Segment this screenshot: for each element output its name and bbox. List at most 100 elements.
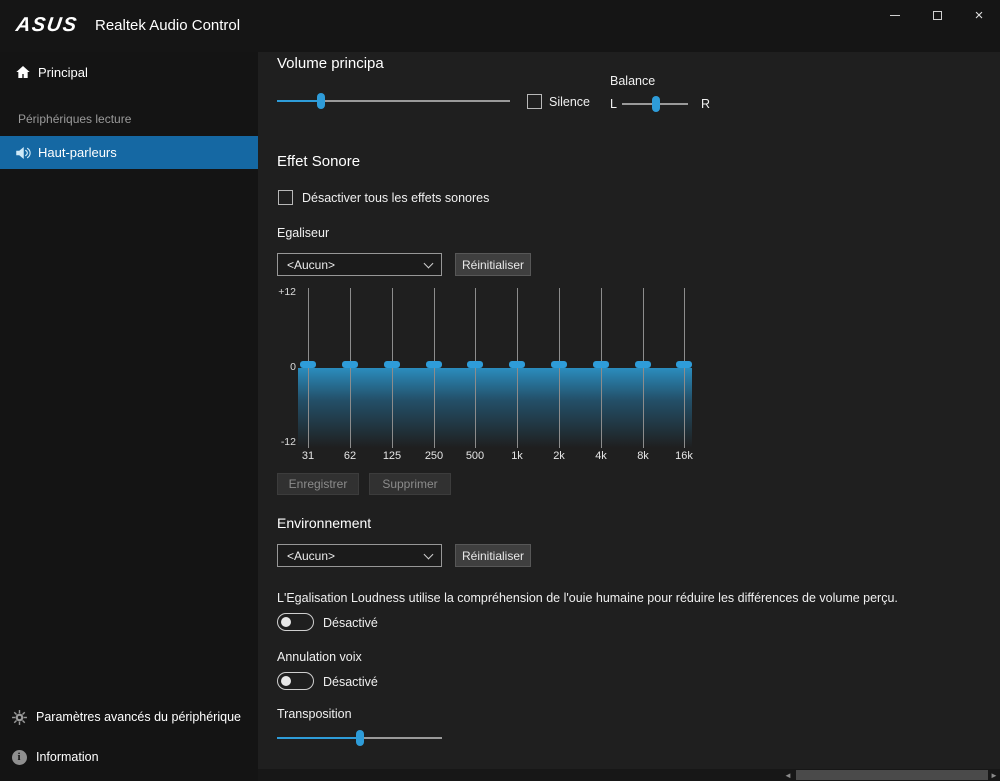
eq-band-handle[interactable] [426, 361, 442, 368]
silence-checkbox[interactable] [527, 94, 542, 109]
balance-right-label: R [701, 97, 710, 111]
chevron-down-icon [424, 258, 434, 268]
eq-band-track [643, 288, 644, 448]
eq-band-handle[interactable] [551, 361, 567, 368]
eq-band-frequency-label: 31 [287, 450, 329, 462]
scrollbar-thumb[interactable] [796, 770, 988, 780]
eq-band-500[interactable]: 500 [454, 288, 496, 464]
horizontal-scrollbar[interactable]: ◄ ► [258, 769, 1000, 781]
disable-all-effects-checkbox[interactable] [278, 190, 293, 205]
sidebar-item-advanced-device-settings[interactable]: Paramètres avancés du périphérique [0, 705, 258, 729]
balance-slider[interactable] [622, 96, 688, 112]
maximize-button[interactable] [916, 0, 958, 30]
window-controls: × [874, 0, 1000, 30]
scroll-left-arrow-icon[interactable]: ◄ [782, 769, 794, 781]
eq-band-1k[interactable]: 1k [496, 288, 538, 464]
loudness-state-label: Désactivé [323, 616, 378, 630]
gear-icon [10, 708, 28, 726]
eq-band-handle[interactable] [593, 361, 609, 368]
volume-section-title: Volume principa [277, 55, 384, 72]
titlebar: ASUS Realtek Audio Control × [0, 0, 1000, 52]
eq-band-frequency-label: 16k [663, 450, 705, 462]
eq-band-track [350, 288, 351, 448]
silence-label: Silence [549, 95, 590, 109]
equalizer-reset-button[interactable]: Réinitialiser [455, 253, 531, 276]
eq-band-handle[interactable] [300, 361, 316, 368]
equalizer-label: Egaliseur [277, 226, 329, 240]
eq-band-2k[interactable]: 2k [538, 288, 580, 464]
sidebar-item-label: Haut-parleurs [38, 145, 117, 160]
info-icon: i [10, 748, 28, 766]
equalizer-preset-dropdown[interactable]: <Aucun> [277, 253, 442, 276]
eq-band-frequency-label: 8k [622, 450, 664, 462]
eq-band-handle[interactable] [384, 361, 400, 368]
volume-slider-thumb[interactable] [317, 93, 325, 109]
eq-band-125[interactable]: 125 [371, 288, 413, 464]
home-icon [14, 63, 32, 81]
eq-save-button[interactable]: Enregistrer [277, 473, 359, 495]
close-icon: × [975, 7, 984, 24]
loudness-description: L'Egalisation Loudness utilise la compré… [277, 591, 957, 605]
eq-band-track [601, 288, 602, 448]
eq-band-handle[interactable] [342, 361, 358, 368]
eq-band-31[interactable]: 31 [287, 288, 329, 464]
main-panel: Volume principa Silence Balance L R Effe… [258, 52, 1000, 781]
balance-left-label: L [610, 97, 617, 111]
eq-band-handle[interactable] [676, 361, 692, 368]
app-window: ASUS Realtek Audio Control × Principal P… [0, 0, 1000, 781]
minimize-icon [890, 15, 900, 16]
eq-band-track [308, 288, 309, 448]
sidebar-section-playback-devices: Périphériques lecture [18, 112, 131, 126]
toggle-knob [281, 676, 291, 686]
transposition-slider[interactable] [277, 730, 442, 746]
sound-effects-title: Effet Sonore [277, 153, 360, 170]
scroll-right-arrow-icon[interactable]: ► [988, 769, 1000, 781]
minimize-button[interactable] [874, 0, 916, 30]
eq-band-handle[interactable] [467, 361, 483, 368]
environment-preset-dropdown[interactable]: <Aucun> [277, 544, 442, 567]
eq-band-frequency-label: 62 [329, 450, 371, 462]
sidebar-item-label: Information [36, 750, 99, 764]
transposition-label: Transposition [277, 707, 352, 721]
environment-label: Environnement [277, 515, 371, 531]
eq-band-handle[interactable] [509, 361, 525, 368]
transposition-slider-thumb[interactable] [356, 730, 364, 746]
sidebar-item-information[interactable]: i Information [0, 745, 258, 769]
loudness-toggle[interactable] [277, 613, 314, 631]
eq-band-frequency-label: 500 [454, 450, 496, 462]
eq-band-frequency-label: 4k [580, 450, 622, 462]
eq-band-track [559, 288, 560, 448]
slider-fill [277, 100, 321, 102]
eq-band-4k[interactable]: 4k [580, 288, 622, 464]
voice-cancellation-toggle[interactable] [277, 672, 314, 690]
environment-reset-button[interactable]: Réinitialiser [455, 544, 531, 567]
eq-band-62[interactable]: 62 [329, 288, 371, 464]
eq-band-frequency-label: 250 [413, 450, 455, 462]
eq-band-frequency-label: 125 [371, 450, 413, 462]
balance-label: Balance [610, 74, 655, 88]
eq-band-track [475, 288, 476, 448]
maximize-icon [933, 11, 942, 20]
chevron-down-icon [424, 549, 434, 559]
voice-cancellation-state-label: Désactivé [323, 675, 378, 689]
eq-band-8k[interactable]: 8k [622, 288, 664, 464]
close-button[interactable]: × [958, 0, 1000, 30]
eq-delete-button[interactable]: Supprimer [369, 473, 451, 495]
sidebar-item-haut-parleurs[interactable]: Haut-parleurs [0, 136, 258, 169]
asus-logo: ASUS [14, 14, 79, 37]
master-volume-slider[interactable] [277, 93, 510, 109]
sidebar-item-label: Principal [38, 65, 88, 80]
eq-band-handle[interactable] [635, 361, 651, 368]
window-title: Realtek Audio Control [95, 17, 240, 34]
toggle-knob [281, 617, 291, 627]
sidebar-item-principal[interactable]: Principal [0, 58, 258, 86]
speaker-icon [14, 144, 32, 162]
eq-band-250[interactable]: 250 [413, 288, 455, 464]
sidebar-item-label: Paramètres avancés du périphérique [36, 710, 241, 724]
balance-slider-thumb[interactable] [652, 96, 660, 112]
eq-band-16k[interactable]: 16k [663, 288, 705, 464]
voice-cancellation-label: Annulation voix [277, 650, 362, 664]
eq-band-frequency-label: 1k [496, 450, 538, 462]
slider-fill [277, 737, 360, 739]
dropdown-selected-value: <Aucun> [287, 258, 335, 272]
